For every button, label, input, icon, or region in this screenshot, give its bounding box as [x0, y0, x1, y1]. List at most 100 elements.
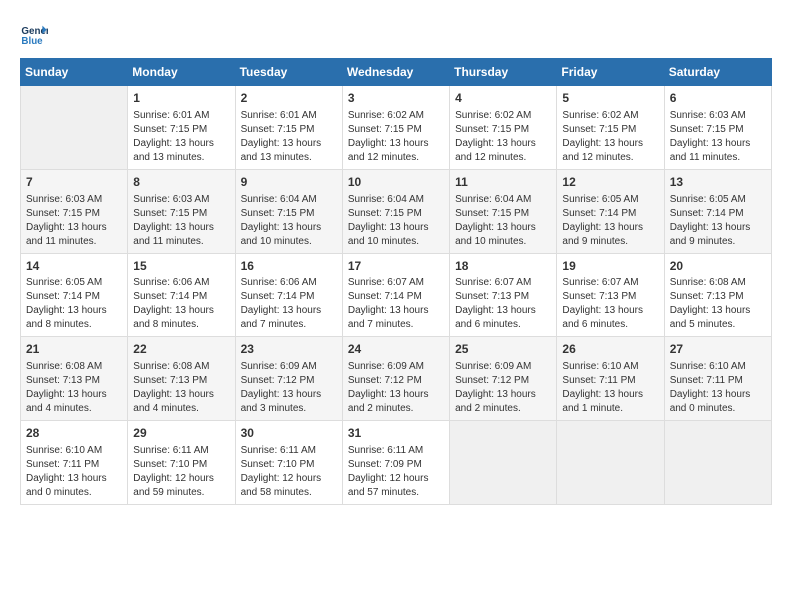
day-info: Sunrise: 6:06 AMSunset: 7:14 PMDaylight:… [241, 276, 337, 332]
day-info: Sunrise: 6:10 AMSunset: 7:11 PMDaylight:… [562, 360, 658, 416]
day-info: Sunrise: 6:04 AMSunset: 7:15 PMDaylight:… [241, 193, 337, 249]
calendar-cell: 6 Sunrise: 6:03 AMSunset: 7:15 PMDaylight… [664, 86, 771, 170]
day-info: Sunrise: 6:02 AMSunset: 7:15 PMDaylight:… [348, 109, 444, 165]
day-number: 22 [133, 341, 229, 358]
calendar-cell: 25 Sunrise: 6:09 AMSunset: 7:12 PMDayligh… [450, 337, 557, 421]
calendar-cell: 30 Sunrise: 6:11 AMSunset: 7:10 PMDayligh… [235, 421, 342, 505]
day-number: 2 [241, 90, 337, 107]
calendar-cell: 10Sunrise: 6:04 AMSunset: 7:15 PMDayligh… [342, 169, 449, 253]
day-number: 31 [348, 425, 444, 442]
day-number: 19 [562, 258, 658, 275]
day-number: 5 [562, 90, 658, 107]
day-number: 13 [670, 174, 766, 191]
logo-icon: General Blue [20, 20, 48, 48]
calendar-cell: 22 Sunrise: 6:08 AMSunset: 7:13 PMDayligh… [128, 337, 235, 421]
calendar-cell: 17Sunrise: 6:07 AMSunset: 7:14 PMDayligh… [342, 253, 449, 337]
calendar-cell [450, 421, 557, 505]
day-info: Sunrise: 6:09 AMSunset: 7:12 PMDaylight:… [455, 360, 551, 416]
day-info: Sunrise: 6:01 AMSunset: 7:15 PMDaylight:… [241, 109, 337, 165]
day-info: Sunrise: 6:03 AMSunset: 7:15 PMDaylight:… [133, 193, 229, 249]
day-info: Sunrise: 6:03 AMSunset: 7:15 PMDaylight:… [670, 109, 766, 165]
day-number: 29 [133, 425, 229, 442]
calendar-week-row: 1 Sunrise: 6:01 AMSunset: 7:15 PMDaylight… [21, 86, 772, 170]
day-info: Sunrise: 6:02 AMSunset: 7:15 PMDaylight:… [562, 109, 658, 165]
day-info: Sunrise: 6:08 AMSunset: 7:13 PMDaylight:… [670, 276, 766, 332]
calendar-cell: 31 Sunrise: 6:11 AMSunset: 7:09 PMDayligh… [342, 421, 449, 505]
day-number: 28 [26, 425, 122, 442]
day-info: Sunrise: 6:04 AMSunset: 7:15 PMDaylight:… [348, 193, 444, 249]
day-number: 27 [670, 341, 766, 358]
day-info: Sunrise: 6:10 AMSunset: 7:11 PMDaylight:… [26, 444, 122, 500]
calendar-cell: 12 Sunrise: 6:05 AMSunset: 7:14 PMDayligh… [557, 169, 664, 253]
calendar-week-row: 28 Sunrise: 6:10 AMSunset: 7:11 PMDayligh… [21, 421, 772, 505]
day-info: Sunrise: 6:02 AMSunset: 7:15 PMDaylight:… [455, 109, 551, 165]
calendar-header-row: SundayMondayTuesdayWednesdayThursdayFrid… [21, 59, 772, 86]
day-number: 11 [455, 174, 551, 191]
header-wednesday: Wednesday [342, 59, 449, 86]
calendar-week-row: 7 Sunrise: 6:03 AMSunset: 7:15 PMDaylight… [21, 169, 772, 253]
calendar-cell: 24 Sunrise: 6:09 AMSunset: 7:12 PMDayligh… [342, 337, 449, 421]
day-number: 15 [133, 258, 229, 275]
calendar-cell: 4 Sunrise: 6:02 AMSunset: 7:15 PMDaylight… [450, 86, 557, 170]
day-info: Sunrise: 6:07 AMSunset: 7:14 PMDaylight:… [348, 276, 444, 332]
day-info: Sunrise: 6:07 AMSunset: 7:13 PMDaylight:… [455, 276, 551, 332]
day-number: 8 [133, 174, 229, 191]
day-number: 6 [670, 90, 766, 107]
calendar-cell: 18Sunrise: 6:07 AMSunset: 7:13 PMDayligh… [450, 253, 557, 337]
day-info: Sunrise: 6:09 AMSunset: 7:12 PMDaylight:… [241, 360, 337, 416]
calendar-cell: 13 Sunrise: 6:05 AMSunset: 7:14 PMDayligh… [664, 169, 771, 253]
day-number: 14 [26, 258, 122, 275]
day-info: Sunrise: 6:03 AMSunset: 7:15 PMDaylight:… [26, 193, 122, 249]
calendar-cell: 15Sunrise: 6:06 AMSunset: 7:14 PMDayligh… [128, 253, 235, 337]
day-number: 16 [241, 258, 337, 275]
calendar-cell: 14Sunrise: 6:05 AMSunset: 7:14 PMDayligh… [21, 253, 128, 337]
calendar-cell: 23 Sunrise: 6:09 AMSunset: 7:12 PMDayligh… [235, 337, 342, 421]
day-number: 30 [241, 425, 337, 442]
page-header: General Blue [20, 20, 772, 48]
header-sunday: Sunday [21, 59, 128, 86]
calendar-cell: 29 Sunrise: 6:11 AMSunset: 7:10 PMDayligh… [128, 421, 235, 505]
day-number: 4 [455, 90, 551, 107]
day-number: 18 [455, 258, 551, 275]
day-info: Sunrise: 6:05 AMSunset: 7:14 PMDaylight:… [670, 193, 766, 249]
day-number: 12 [562, 174, 658, 191]
day-number: 9 [241, 174, 337, 191]
calendar-cell: 3Sunrise: 6:02 AMSunset: 7:15 PMDaylight… [342, 86, 449, 170]
day-number: 25 [455, 341, 551, 358]
day-number: 23 [241, 341, 337, 358]
calendar-cell: 16Sunrise: 6:06 AMSunset: 7:14 PMDayligh… [235, 253, 342, 337]
day-info: Sunrise: 6:05 AMSunset: 7:14 PMDaylight:… [26, 276, 122, 332]
calendar-cell [557, 421, 664, 505]
header-monday: Monday [128, 59, 235, 86]
day-info: Sunrise: 6:05 AMSunset: 7:14 PMDaylight:… [562, 193, 658, 249]
day-number: 1 [133, 90, 229, 107]
day-info: Sunrise: 6:11 AMSunset: 7:09 PMDaylight:… [348, 444, 444, 500]
calendar-cell: 1 Sunrise: 6:01 AMSunset: 7:15 PMDaylight… [128, 86, 235, 170]
calendar-cell: 28 Sunrise: 6:10 AMSunset: 7:11 PMDayligh… [21, 421, 128, 505]
day-info: Sunrise: 6:11 AMSunset: 7:10 PMDaylight:… [241, 444, 337, 500]
calendar-cell: 8 Sunrise: 6:03 AMSunset: 7:15 PMDaylight… [128, 169, 235, 253]
day-number: 24 [348, 341, 444, 358]
day-number: 17 [348, 258, 444, 275]
day-info: Sunrise: 6:11 AMSunset: 7:10 PMDaylight:… [133, 444, 229, 500]
calendar-cell: 19Sunrise: 6:07 AMSunset: 7:13 PMDayligh… [557, 253, 664, 337]
calendar-table: SundayMondayTuesdayWednesdayThursdayFrid… [20, 58, 772, 505]
calendar-cell: 2 Sunrise: 6:01 AMSunset: 7:15 PMDaylight… [235, 86, 342, 170]
calendar-cell: 27 Sunrise: 6:10 AMSunset: 7:11 PMDayligh… [664, 337, 771, 421]
calendar-cell: 11 Sunrise: 6:04 AMSunset: 7:15 PMDayligh… [450, 169, 557, 253]
day-info: Sunrise: 6:04 AMSunset: 7:15 PMDaylight:… [455, 193, 551, 249]
day-info: Sunrise: 6:01 AMSunset: 7:15 PMDaylight:… [133, 109, 229, 165]
day-info: Sunrise: 6:09 AMSunset: 7:12 PMDaylight:… [348, 360, 444, 416]
calendar-cell: 7 Sunrise: 6:03 AMSunset: 7:15 PMDaylight… [21, 169, 128, 253]
header-thursday: Thursday [450, 59, 557, 86]
calendar-cell [21, 86, 128, 170]
day-info: Sunrise: 6:10 AMSunset: 7:11 PMDaylight:… [670, 360, 766, 416]
header-friday: Friday [557, 59, 664, 86]
day-info: Sunrise: 6:08 AMSunset: 7:13 PMDaylight:… [133, 360, 229, 416]
calendar-week-row: 21Sunrise: 6:08 AMSunset: 7:13 PMDayligh… [21, 337, 772, 421]
day-info: Sunrise: 6:08 AMSunset: 7:13 PMDaylight:… [26, 360, 122, 416]
calendar-cell: 26Sunrise: 6:10 AMSunset: 7:11 PMDayligh… [557, 337, 664, 421]
calendar-cell: 20Sunrise: 6:08 AMSunset: 7:13 PMDayligh… [664, 253, 771, 337]
day-number: 7 [26, 174, 122, 191]
svg-text:Blue: Blue [21, 36, 43, 47]
